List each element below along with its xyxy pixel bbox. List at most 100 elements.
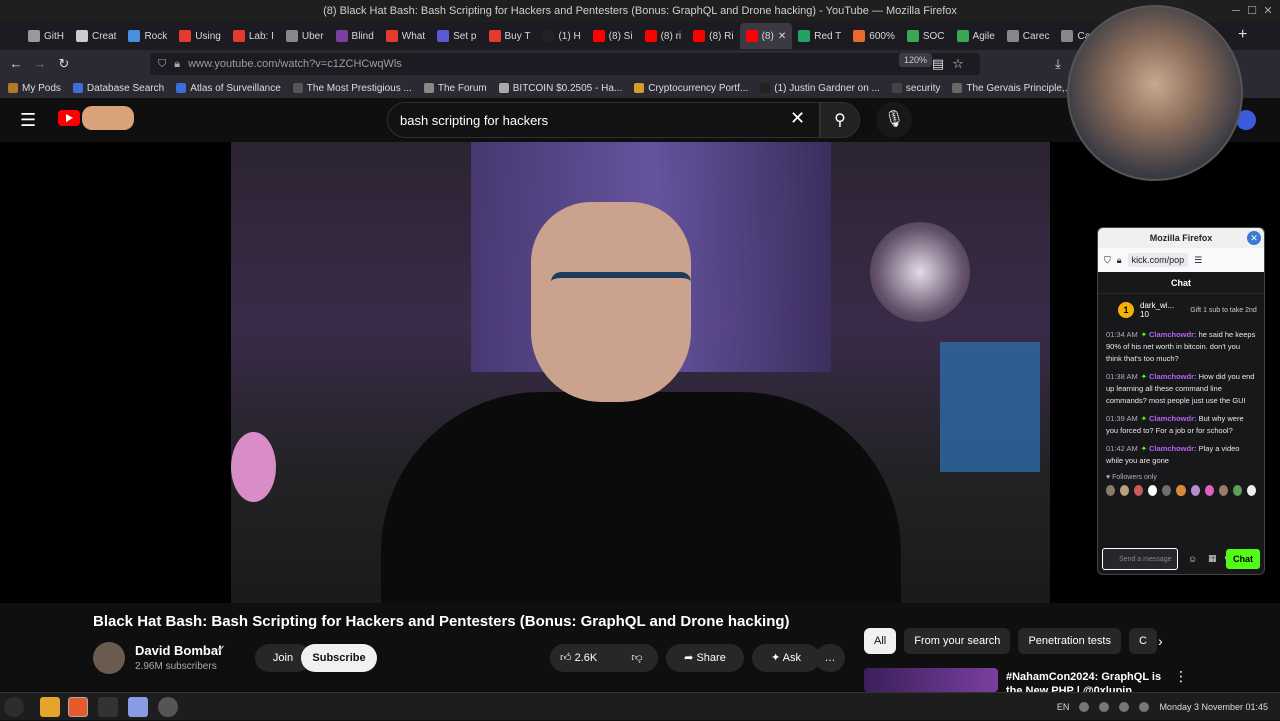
bookmark-item[interactable]: (1) Justin Gardner on ...	[760, 83, 880, 94]
chat-message-input[interactable]: Send a message	[1102, 548, 1178, 570]
filter-chip[interactable]: C	[1129, 628, 1157, 654]
emote-icon[interactable]	[1134, 485, 1144, 496]
close-window-icon[interactable]: ✕	[1260, 3, 1276, 19]
tab-3[interactable]: Using	[173, 23, 227, 49]
tab-18[interactable]: Agile	[951, 23, 1001, 49]
start-menu-icon[interactable]	[4, 697, 24, 717]
text-editor-icon[interactable]	[128, 697, 148, 717]
microphone-icon[interactable]: 🎙︎	[876, 102, 912, 138]
tab-17[interactable]: SOC	[901, 23, 951, 49]
tab-5[interactable]: Uber	[280, 23, 330, 49]
popup-url-text[interactable]: kick.com/pop	[1127, 253, 1189, 267]
files-icon[interactable]	[40, 697, 60, 717]
bookmark-item[interactable]: The Most Prestigious ...	[292, 83, 412, 94]
youtube-doodle[interactable]	[82, 106, 134, 130]
popup-close-icon[interactable]: ✕	[1247, 231, 1261, 245]
tab-19[interactable]: Carec	[1001, 23, 1056, 49]
network-icon[interactable]	[1079, 702, 1090, 712]
video-frame[interactable]	[231, 142, 1050, 603]
tab-8[interactable]: Set p	[431, 23, 482, 49]
more-vert-icon[interactable]: ⋮	[1174, 668, 1188, 685]
share-button[interactable]: ➦ Share	[666, 644, 744, 672]
bookmark-item[interactable]: My Pods	[8, 83, 61, 94]
shield-icon[interactable]: ⛉	[158, 58, 166, 71]
settings-app-icon[interactable]	[158, 697, 178, 717]
channel-name[interactable]: David Bombal	[135, 643, 222, 658]
forward-icon[interactable]: →	[28, 52, 52, 76]
message-user[interactable]: Clamchowdr:	[1149, 444, 1197, 453]
like-button[interactable]: 👍︎ 2.6K	[550, 644, 616, 672]
security-icon[interactable]	[1099, 702, 1110, 712]
filter-chip[interactable]: Penetration tests	[1018, 628, 1121, 654]
terminal-icon[interactable]	[98, 697, 118, 717]
tab-13[interactable]: (8) Ri	[687, 23, 739, 49]
emote-icon[interactable]	[1120, 485, 1130, 496]
tab-11[interactable]: (8) Si	[587, 23, 639, 49]
emote-icon[interactable]	[1246, 485, 1257, 496]
subscribe-button[interactable]: Subscribe	[301, 644, 377, 672]
bookmark-item[interactable]: Atlas of Surveillance	[176, 83, 281, 94]
tab-15[interactable]: Red T	[792, 23, 847, 49]
close-tab-icon[interactable]: ✕	[778, 31, 786, 42]
filter-chip[interactable]: From your search	[904, 628, 1011, 654]
bookmark-star-icon[interactable]: ☆	[946, 52, 970, 76]
keyboard-layout[interactable]: EN	[1057, 702, 1070, 712]
menu-icon[interactable]: ☰	[20, 110, 36, 131]
url-bar[interactable]: ⛉ 🔒︎ www.youtube.com/watch?v=c1ZCHCwqWls	[150, 53, 980, 75]
bookmark-item[interactable]: Database Search	[72, 83, 164, 94]
clear-search-icon[interactable]: ✕	[790, 108, 805, 129]
back-icon[interactable]: ←	[4, 52, 28, 76]
dislike-button[interactable]: 👎︎	[616, 644, 658, 672]
tab-0[interactable]: GitH	[22, 23, 70, 49]
volume-icon[interactable]	[1139, 702, 1150, 712]
emote-icon[interactable]	[1162, 485, 1172, 496]
tab-14[interactable]: (8) ✕	[739, 23, 793, 49]
filter-chip[interactable]: All	[864, 628, 897, 654]
emoji-icon[interactable]: ☺	[1188, 554, 1197, 564]
message-user[interactable]: Clamchowdr:	[1149, 414, 1197, 423]
gift-icon[interactable]: ▦	[1208, 553, 1217, 564]
bookmark-item[interactable]: BITCOIN $0.2505 - Ha...	[498, 83, 622, 94]
chevron-right-icon[interactable]: ›	[1158, 628, 1178, 654]
update-icon[interactable]	[1119, 702, 1130, 712]
emote-icon[interactable]	[1218, 485, 1228, 496]
emote-icon[interactable]	[1204, 485, 1214, 496]
bookmark-item[interactable]: security	[891, 83, 940, 94]
tab-12[interactable]: (8) ri	[639, 23, 688, 49]
emote-icon[interactable]	[1232, 485, 1242, 496]
emote-icon[interactable]	[1176, 485, 1186, 496]
emote-icon[interactable]	[1190, 485, 1200, 496]
more-actions-button[interactable]: …	[815, 644, 845, 672]
tab-9[interactable]: Buy T	[483, 23, 537, 49]
emote-icon[interactable]	[1106, 485, 1116, 496]
reload-icon[interactable]: ↻	[52, 52, 76, 76]
maximize-icon[interactable]: ☐	[1244, 3, 1260, 19]
minimize-icon[interactable]: ─	[1228, 3, 1244, 19]
pinned-user[interactable]: dark_wi...	[1140, 301, 1174, 310]
video-player[interactable]	[0, 142, 1280, 603]
bookmark-item[interactable]: Cryptocurrency Portf...	[634, 83, 748, 94]
tab-16[interactable]: 600%	[847, 23, 901, 49]
search-query-text[interactable]: bash scripting for hackers	[400, 113, 548, 128]
tab-1[interactable]: Creat	[70, 23, 122, 49]
gift-text[interactable]: Gift 1 sub to take 2nd	[1190, 307, 1257, 314]
tab-10[interactable]: (1) H	[536, 23, 586, 49]
popup-url-bar[interactable]: ⛉ 🔒︎ kick.com/pop ☰	[1098, 248, 1264, 272]
tab-6[interactable]: Blind	[330, 23, 380, 49]
tab-2[interactable]: Rock	[122, 23, 173, 49]
message-user[interactable]: Clamchowdr:	[1149, 330, 1197, 339]
bookmark-item[interactable]: The Gervais Principle,...	[952, 83, 1073, 94]
chat-send-button[interactable]: Chat	[1226, 549, 1260, 569]
popup-menu-icon[interactable]: ☰	[1194, 255, 1202, 266]
tab-7[interactable]: What	[380, 23, 431, 49]
url-text[interactable]: www.youtube.com/watch?v=c1ZCHCwqWls	[188, 58, 402, 70]
youtube-logo[interactable]	[58, 110, 80, 126]
recommended-thumbnail[interactable]	[864, 668, 998, 692]
message-user[interactable]: Clamchowdr:	[1149, 372, 1197, 381]
new-tab-icon[interactable]: +	[1238, 26, 1247, 44]
emote-icon[interactable]	[1148, 485, 1158, 496]
tab-4[interactable]: Lab: I	[227, 23, 280, 49]
search-icon[interactable]: ⚲	[820, 102, 860, 138]
ask-button[interactable]: ✦ Ask	[752, 644, 820, 672]
bookmark-item[interactable]: The Forum	[423, 83, 487, 94]
